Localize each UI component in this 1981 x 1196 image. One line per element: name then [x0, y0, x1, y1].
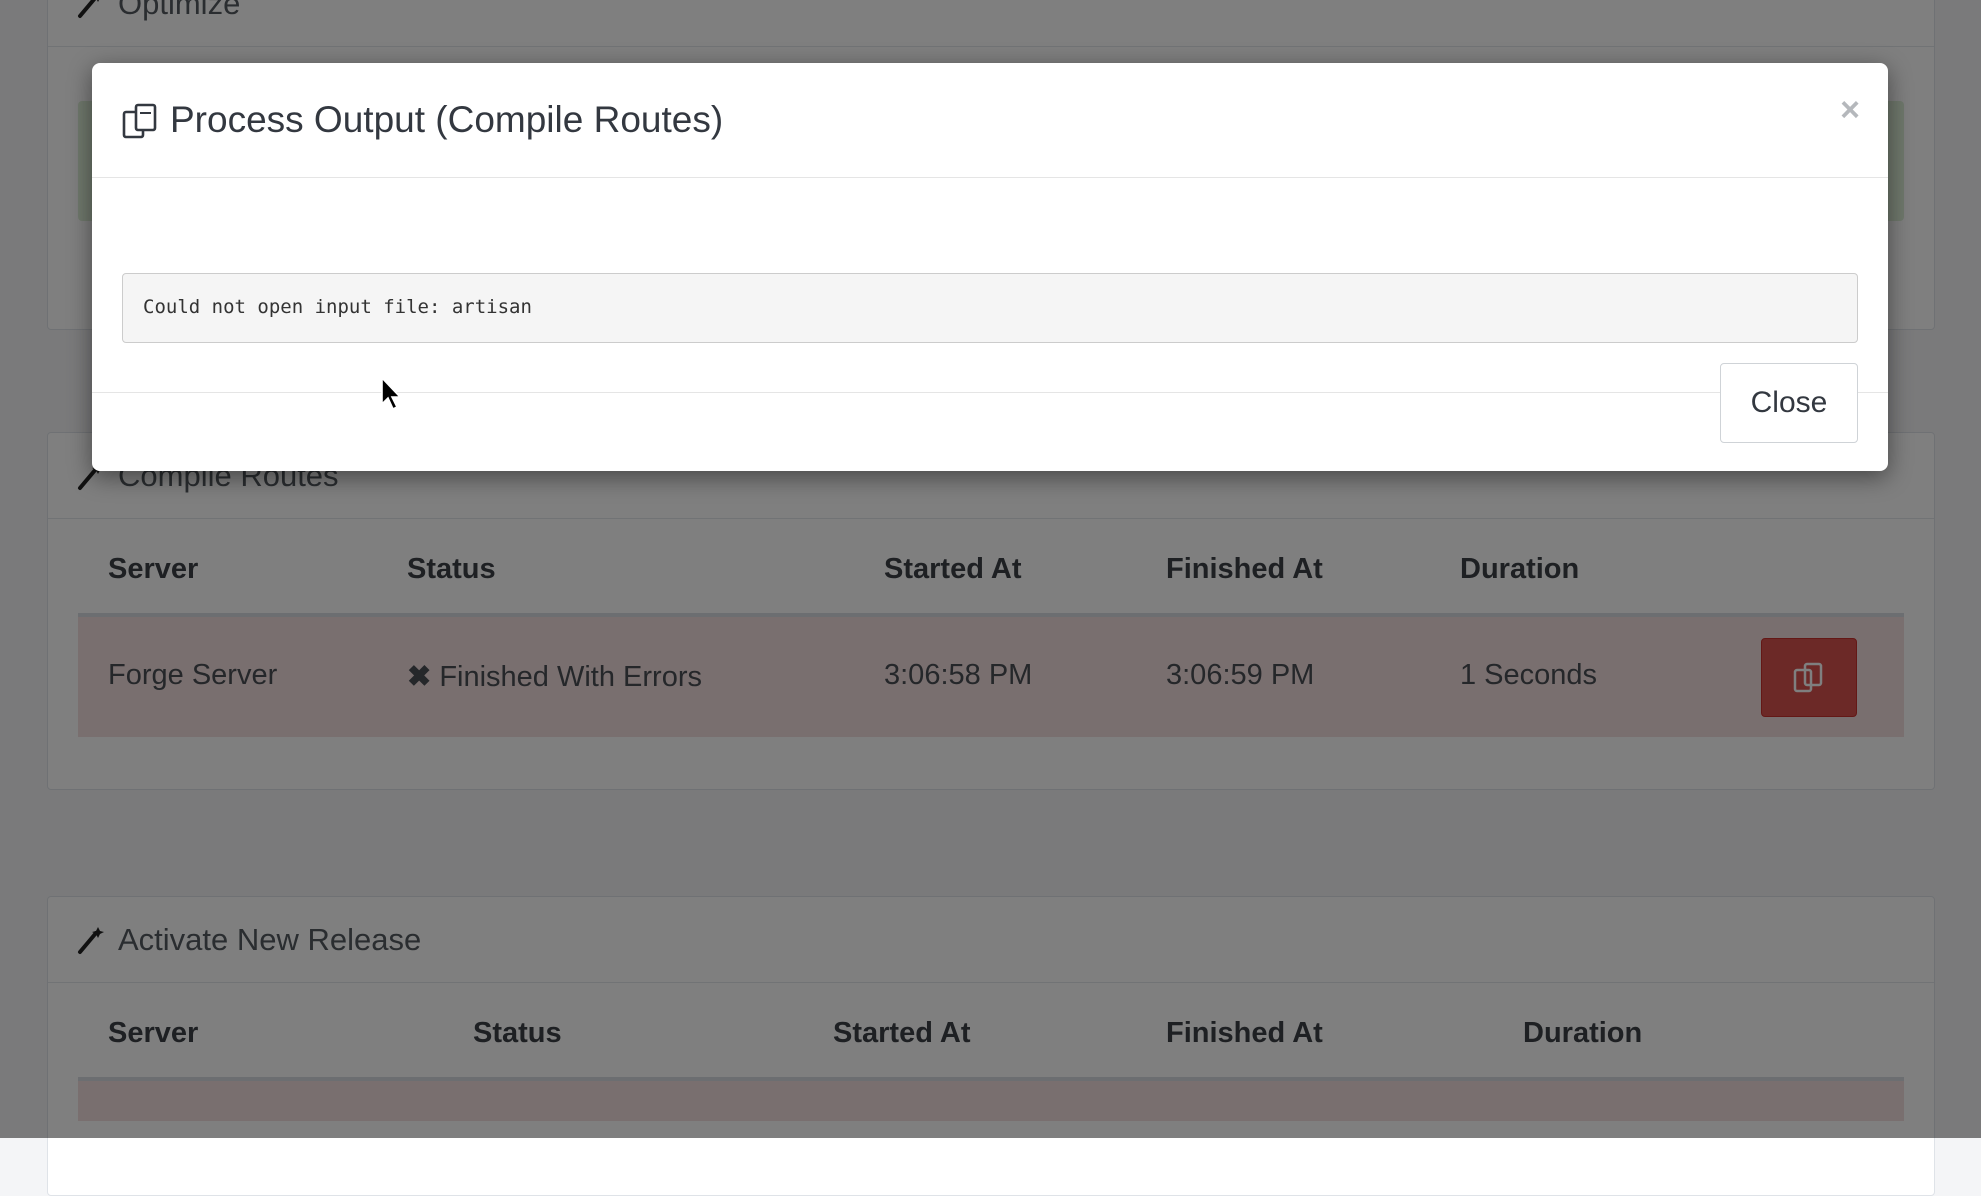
deployment-page: Optimize Compile Routes Server Status St… [0, 0, 1981, 1196]
modal-title: Process Output (Compile Routes) [170, 99, 724, 140]
mouse-cursor-icon [380, 375, 404, 412]
output-copy-icon [120, 101, 160, 141]
close-button[interactable]: Close [1720, 363, 1858, 443]
process-output-modal: Process Output (Compile Routes) × Could … [92, 63, 1888, 471]
modal-footer: Close [92, 331, 1888, 471]
modal-header: Process Output (Compile Routes) × [92, 63, 1888, 178]
close-icon[interactable]: × [1840, 93, 1860, 127]
